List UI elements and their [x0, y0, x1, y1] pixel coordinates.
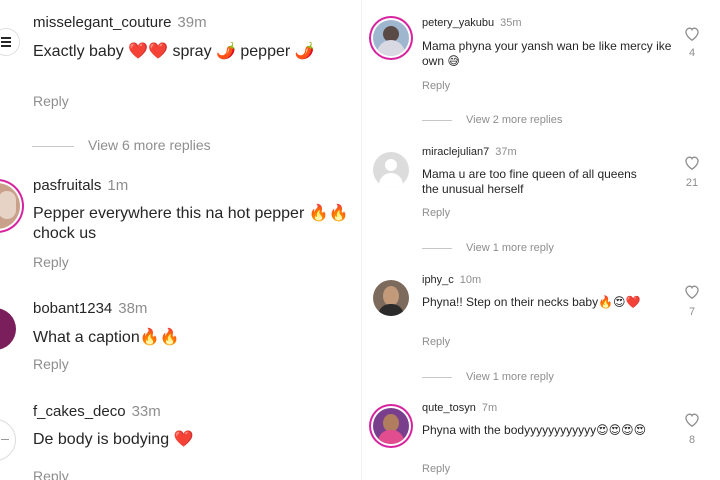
- view-more-label[interactable]: View 6 more replies: [88, 137, 211, 153]
- comment-text: De body is bodying ❤️: [33, 430, 353, 450]
- comment-time: 10m: [459, 274, 482, 286]
- comment-item: f_cakes_deco 33m De body is bodying ❤️ Re…: [0, 395, 362, 480]
- comment-text-body: Pepper everywhere this na hot pepper 🔥🔥 …: [33, 205, 349, 242]
- comment-text: Phyna with the bodyyyyyyyyyyyy😍😍😍😍: [422, 423, 672, 438]
- reply-button[interactable]: Reply: [33, 254, 69, 270]
- reply-button[interactable]: Reply: [33, 93, 69, 109]
- avatar-placeholder[interactable]: [373, 152, 409, 188]
- comment-username[interactable]: iphy_c: [422, 274, 454, 286]
- comment-username[interactable]: pasfruitals: [33, 177, 101, 194]
- comment-username[interactable]: petery_yakubu: [422, 17, 494, 29]
- like-count: 7: [688, 306, 696, 318]
- comment-item: qute_tosyn 7m Phyna with the bodyyyyyyyyy…: [362, 396, 720, 480]
- comment-text: Mama phyna your yansh wan be like mercy …: [422, 39, 672, 69]
- avatar[interactable]: [0, 183, 20, 229]
- reply-button[interactable]: Reply: [422, 207, 450, 219]
- comment-time: 33m: [131, 403, 161, 420]
- comment-text-body: What a caption🔥🔥: [33, 329, 180, 346]
- comment-text-body: Exactly baby ❤️❤️ spray 🌶️ pepper 🌶️: [33, 43, 315, 60]
- comment-header: bobant1234 38m: [33, 300, 147, 317]
- comment-text: What a caption🔥🔥: [33, 328, 353, 348]
- divider-line: [422, 376, 452, 378]
- comment-time: 1m: [107, 177, 129, 194]
- comment-header: miraclejulian7 37m: [422, 146, 517, 158]
- comment-username[interactable]: f_cakes_deco: [33, 403, 126, 420]
- comment-text: Pepper everywhere this na hot pepper 🔥🔥 …: [33, 204, 353, 244]
- comment-text-body: De body is bodying ❤️: [33, 431, 194, 448]
- comment-text: Exactly baby ❤️❤️ spray 🌶️ pepper 🌶️: [33, 42, 333, 62]
- like-heart-icon[interactable]: [684, 284, 700, 299]
- divider-line: [422, 119, 452, 121]
- comment-username[interactable]: misselegant_couture: [33, 14, 171, 31]
- comment-header: qute_tosyn 7m: [422, 402, 497, 414]
- avatar[interactable]: [0, 308, 16, 350]
- comment-text: Phyna!! Step on their necks baby🔥😍❤️: [422, 295, 672, 310]
- like-heart-icon[interactable]: [684, 412, 700, 427]
- comment-text: Mama u are too fine queen of all queens …: [422, 167, 652, 197]
- comment-username[interactable]: qute_tosyn: [422, 402, 476, 414]
- reply-button[interactable]: Reply: [422, 80, 450, 92]
- view-more-label[interactable]: View 1 more reply: [466, 371, 554, 383]
- like-count: 21: [685, 177, 699, 189]
- like-count: 4: [688, 47, 696, 59]
- avatar[interactable]: [373, 20, 409, 56]
- comment-time: 38m: [118, 300, 148, 317]
- comment-time: 7m: [481, 402, 498, 414]
- comment-item: misselegant_couture 39m Exactly baby ❤️❤️…: [0, 0, 362, 120]
- comment-username[interactable]: miraclejulian7: [422, 146, 489, 158]
- like-heart-icon[interactable]: [684, 26, 700, 41]
- view-more-replies[interactable]: View 1 more reply: [422, 242, 554, 254]
- avatar[interactable]: [373, 408, 409, 444]
- divider-line: [422, 247, 452, 249]
- left-comments-panel: misselegant_couture 39m Exactly baby ❤️❤️…: [0, 0, 362, 480]
- reply-button[interactable]: Reply: [33, 356, 69, 372]
- avatar[interactable]: [0, 419, 16, 461]
- like-count: 8: [688, 434, 696, 446]
- comment-item: pasfruitals 1m Pepper everywhere this na …: [0, 170, 362, 275]
- comment-header: pasfruitals 1m: [33, 177, 128, 194]
- comment-item: miraclejulian7 37m Mama u are too fine qu…: [362, 140, 720, 235]
- comment-time: 39m: [177, 14, 207, 31]
- like-heart-icon[interactable]: [684, 155, 700, 170]
- comment-item: bobant1234 38m What a caption🔥🔥 Reply: [0, 292, 362, 382]
- comment-time: 37m: [495, 146, 517, 158]
- view-more-replies[interactable]: View 6 more replies: [32, 137, 211, 153]
- divider-line: [32, 145, 74, 147]
- view-more-replies[interactable]: View 2 more replies: [422, 114, 562, 126]
- view-more-replies[interactable]: View 1 more reply: [422, 371, 554, 383]
- avatar[interactable]: [373, 280, 409, 316]
- reply-button[interactable]: Reply: [422, 463, 450, 475]
- comment-username[interactable]: bobant1234: [33, 300, 112, 317]
- view-more-label[interactable]: View 2 more replies: [466, 114, 562, 126]
- comment-time: 35m: [500, 17, 522, 29]
- comment-text-body: Mama phyna your yansh wan be like mercy …: [422, 39, 672, 68]
- comment-text-body: Phyna with the bodyyyyyyyyyyyy😍😍😍😍: [422, 423, 647, 437]
- comment-item: iphy_c 10m Phyna!! Step on their necks ba…: [362, 268, 720, 363]
- reply-button[interactable]: Reply: [33, 468, 69, 480]
- comment-header: iphy_c 10m: [422, 274, 481, 286]
- comment-header: petery_yakubu 35m: [422, 17, 522, 29]
- right-comments-panel: petery_yakubu 35m Mama phyna your yansh w…: [362, 0, 720, 480]
- comment-header: misselegant_couture 39m: [33, 14, 207, 31]
- reply-button[interactable]: Reply: [422, 336, 450, 348]
- view-more-label[interactable]: View 1 more reply: [466, 242, 554, 254]
- comment-header: f_cakes_deco 33m: [33, 403, 161, 420]
- comment-item: petery_yakubu 35m Mama phyna your yansh w…: [362, 0, 720, 100]
- comment-text-body: Mama u are too fine queen of all queens …: [422, 167, 637, 196]
- comment-text-body: Phyna!! Step on their necks baby🔥😍❤️: [422, 295, 641, 309]
